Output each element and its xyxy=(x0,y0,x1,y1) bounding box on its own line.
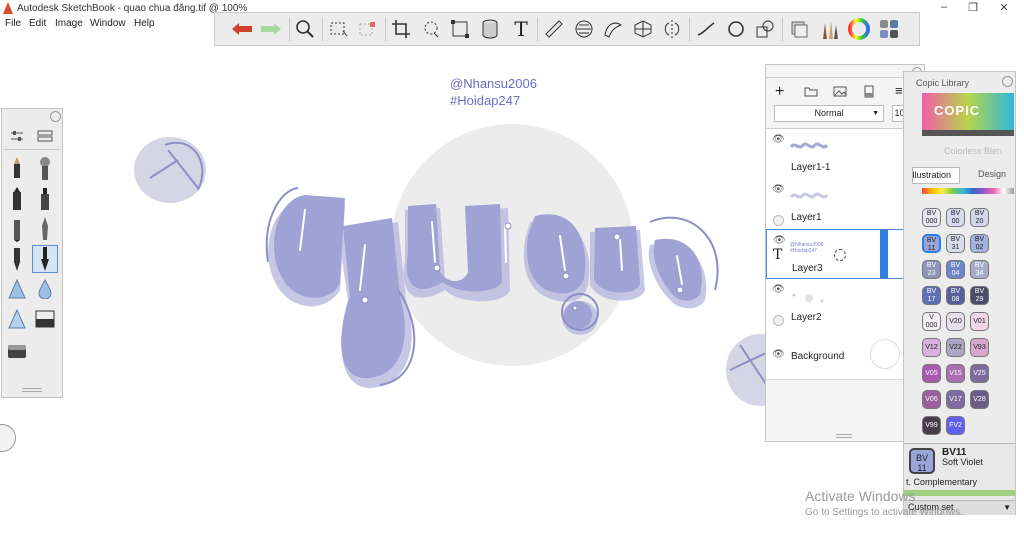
eye-icon[interactable]: 👁 xyxy=(772,349,785,360)
copic-swatch[interactable]: V22 xyxy=(946,338,965,357)
copic-banner: COPIC xyxy=(922,93,1014,130)
layer-name: Layer1-1 xyxy=(791,162,831,173)
copic-swatch[interactable]: FV2 xyxy=(946,416,965,435)
loading-spinner-icon xyxy=(834,249,846,261)
copic-swatch[interactable]: V99 xyxy=(922,416,941,435)
copic-library-panel: Copic Library COPIC Colorless Blen Illus… xyxy=(903,71,1016,515)
copic-swatch[interactable]: BV 02 xyxy=(970,234,989,253)
layer-row[interactable]: 👁 Layer2 xyxy=(766,279,911,330)
layer-row-selected[interactable]: 👁 T @Nhansu2006 #Hoidap247 Layer3 xyxy=(766,229,911,279)
layer-menu-icon[interactable]: ≡ xyxy=(895,83,903,98)
eye-icon[interactable]: 👁 xyxy=(772,184,785,195)
tab-design[interactable]: Design xyxy=(972,167,1012,182)
copic-library-title: Copic Library xyxy=(916,78,970,88)
clear-layer-icon[interactable] xyxy=(864,85,874,101)
copic-swatch[interactable]: V06 xyxy=(922,390,941,409)
background-color-swatch[interactable] xyxy=(870,339,900,369)
copic-swatch[interactable]: V01 xyxy=(970,312,989,331)
layer-thumbnail-text: @Nhansu2006 #Hoidap247 xyxy=(790,242,824,254)
copic-swatch[interactable]: V 000 xyxy=(922,312,941,331)
layer-lock-dot[interactable] xyxy=(773,315,784,326)
copic-swatch[interactable]: V17 xyxy=(946,390,965,409)
add-layer-icon[interactable]: + xyxy=(775,83,784,101)
copic-swatch[interactable]: BV 20 xyxy=(970,208,989,227)
copic-swatch[interactable]: BV 29 xyxy=(970,286,989,305)
selected-color-name: Soft Violet xyxy=(942,457,983,467)
eye-icon[interactable]: 👁 xyxy=(772,134,785,145)
selected-swatch: BV 11 xyxy=(909,448,935,474)
text-layer-icon: T xyxy=(773,247,783,263)
copic-swatch[interactable]: BV 04 xyxy=(946,260,965,279)
copic-swatch[interactable]: BV 000 xyxy=(922,208,941,227)
layer-selected-marker xyxy=(880,230,888,278)
copic-swatch[interactable]: BV 23 xyxy=(922,260,941,279)
chevron-down-icon: ▼ xyxy=(1003,503,1011,512)
blend-mode-select[interactable]: Normal ▼ xyxy=(774,105,884,122)
complementary-label: t. Complementary xyxy=(906,477,978,487)
copic-swatch[interactable]: BV 34 xyxy=(970,260,989,279)
copic-close-icon[interactable] xyxy=(1002,76,1013,87)
layer-name: Layer3 xyxy=(792,263,823,274)
selected-color-info: BV 11 BV11 Soft Violet t. Complementary C… xyxy=(904,443,1015,515)
layer-thumbnail xyxy=(789,142,829,149)
layer-lock-dot[interactable] xyxy=(773,215,784,226)
add-image-icon[interactable] xyxy=(833,86,847,100)
copic-logo: COPIC xyxy=(934,103,981,118)
copic-swatch[interactable]: V15 xyxy=(946,364,965,383)
layer-row[interactable]: 👁 Layer1-1 xyxy=(766,129,911,180)
copic-swatch[interactable]: V05 xyxy=(922,364,941,383)
layer-row-background[interactable]: 👁 Background xyxy=(766,329,911,380)
layer-name: Layer1 xyxy=(791,212,822,223)
copic-swatch[interactable]: V25 xyxy=(970,364,989,383)
layer-name: Background xyxy=(791,351,845,362)
blend-mode-value: Normal xyxy=(814,108,844,118)
copic-swatch[interactable]: BV 00 xyxy=(946,208,965,227)
eye-icon[interactable]: 👁 xyxy=(773,235,786,246)
tab-illustration[interactable]: Illustration xyxy=(912,167,960,184)
copic-swatch[interactable]: BV 08 xyxy=(946,286,965,305)
copic-swatch[interactable]: V12 xyxy=(922,338,941,357)
copic-swatch[interactable]: BV 17 xyxy=(922,286,941,305)
layer-name: Layer2 xyxy=(791,312,822,323)
copic-swatch[interactable]: BV 11 xyxy=(922,234,941,253)
tab-illustration-label: Illustration xyxy=(912,170,952,180)
activate-windows-subtitle: Go to Settings to activate Windows. xyxy=(805,507,963,518)
copic-swatch[interactable]: BV 31 xyxy=(946,234,965,253)
activate-windows-title: Activate Windows xyxy=(805,488,916,504)
copic-swatch[interactable]: V93 xyxy=(970,338,989,357)
complementary-strip xyxy=(904,490,1015,496)
layer-thumbnail xyxy=(789,192,829,199)
add-group-icon[interactable] xyxy=(804,86,818,100)
color-family-strip[interactable] xyxy=(922,188,1014,194)
watermark-line-2: #Hoidap247 xyxy=(450,93,521,108)
chevron-down-icon: ▼ xyxy=(872,110,879,117)
layer-thumbnail xyxy=(792,293,824,303)
copic-swatch[interactable]: V20 xyxy=(946,312,965,331)
eye-icon[interactable]: 👁 xyxy=(772,284,785,295)
watermark-line-1: @Nhansu2006 xyxy=(450,76,537,91)
tab-design-label: Design xyxy=(977,169,1006,179)
layer-editor: + ≡ Normal ▼ 100 👁 Layer1-1 👁 Layer1 👁 T … xyxy=(765,64,925,442)
copic-swatch[interactable]: V28 xyxy=(970,390,989,409)
colorless-blender-label: Colorless Blen xyxy=(944,146,1003,156)
layer-row[interactable]: 👁 Layer1 xyxy=(766,179,911,230)
